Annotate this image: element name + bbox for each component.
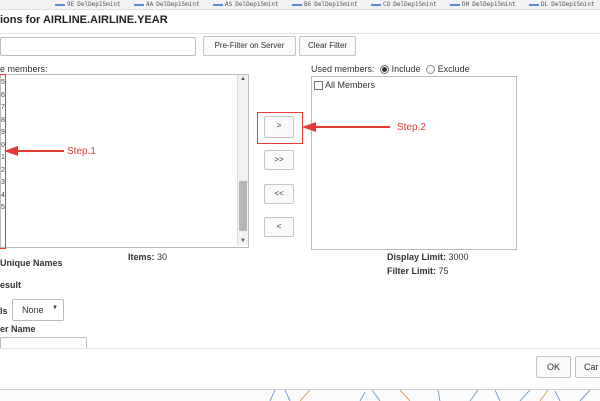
add-selected-button[interactable]: > <box>264 116 294 138</box>
legend-item: CO DelDep15mint <box>371 0 437 9</box>
add-all-button[interactable]: >> <box>264 150 294 170</box>
step2-arrow-icon <box>302 122 390 132</box>
legend-code: CO <box>383 1 391 8</box>
step2-label: Step.2 <box>397 122 426 133</box>
cancel-button[interactable]: Car <box>575 356 600 378</box>
exclude-label: Exclude <box>437 64 470 74</box>
chevron-down-icon: ▼ <box>52 305 58 311</box>
used-members-label: Used members: <box>311 64 375 74</box>
used-members-list[interactable]: All Members <box>311 76 517 250</box>
legend-suffix: DelDep15mint <box>393 1 437 8</box>
step1-highlight-frame <box>0 74 6 249</box>
scroll-up-arrow-icon[interactable]: ▲ <box>240 76 246 82</box>
legend-item: DL DelDep15mint <box>529 0 595 9</box>
legend-item: AS DelDep15mint <box>213 0 279 9</box>
remove-all-button[interactable]: << <box>264 184 294 204</box>
legend-code: 9E <box>67 1 75 8</box>
include-radio[interactable] <box>380 65 390 75</box>
legend-suffix: DelDep15mint <box>77 1 121 8</box>
legend-code: AA <box>146 1 154 8</box>
legend-code: DL <box>541 1 549 8</box>
legend-item: AA DelDep15mint <box>134 0 200 9</box>
display-limit-label: Display Limit: <box>387 252 447 262</box>
background-plot-lines <box>0 389 600 401</box>
filter-limit: Filter Limit: 75 <box>387 266 449 276</box>
legend-suffix: DelDep15mint <box>472 1 516 8</box>
all-members-checkbox[interactable] <box>314 81 323 91</box>
legend-swatch-icon <box>213 3 223 6</box>
all-members-label: All Members <box>325 80 376 90</box>
step1-arrow-icon <box>4 146 64 156</box>
clear-filter-button[interactable]: Clear Filter <box>299 36 356 56</box>
unique-names-label: Unique Names <box>0 258 63 268</box>
levels-select-value: None <box>22 305 44 315</box>
legend-code: AS <box>225 1 233 8</box>
legend-item: DH DelDep15mint <box>450 0 516 9</box>
display-limit-value: 3000 <box>448 252 469 262</box>
levels-label: ls <box>0 306 8 316</box>
member-search-input[interactable] <box>0 37 196 56</box>
items-count: Items: 30 <box>128 252 167 262</box>
legend-suffix: DelDep15mint <box>551 1 595 8</box>
legend-swatch-icon <box>55 3 65 6</box>
available-members-list[interactable]: 56789012345 ▲ ▼ <box>0 74 249 248</box>
legend-swatch-icon <box>450 3 460 6</box>
legend-swatch-icon <box>292 3 302 6</box>
items-value: 30 <box>157 252 168 262</box>
member-name-label: er Name <box>0 324 36 334</box>
legend-suffix: DelDep15mint <box>314 1 358 8</box>
legend-suffix: DelDep15mint <box>156 1 200 8</box>
available-members-label: e members: <box>0 64 48 74</box>
legend-code: B6 <box>304 1 312 8</box>
legend-suffix: DelDep15mint <box>235 1 279 8</box>
legend-item: B6 DelDep15mint <box>292 0 358 9</box>
filter-limit-value: 75 <box>438 266 449 276</box>
step1-label: Step.1 <box>67 146 96 157</box>
dialog-footer <box>0 348 600 389</box>
filter-limit-label: Filter Limit: <box>387 266 436 276</box>
all-members-row[interactable]: All Members <box>314 80 376 91</box>
scrollbar-thumb[interactable] <box>239 181 247 231</box>
display-limit: Display Limit: 3000 <box>387 252 469 262</box>
legend-code: DH <box>462 1 470 8</box>
include-label: Include <box>391 64 421 74</box>
items-label: Items: <box>128 252 155 262</box>
exclude-radio[interactable] <box>426 65 436 75</box>
prefilter-on-server-button[interactable]: Pre-Filter on Server <box>203 36 296 56</box>
scroll-down-arrow-icon[interactable]: ▼ <box>240 238 246 244</box>
available-members-scrollbar[interactable]: ▲ ▼ <box>237 75 248 245</box>
dialog-title: ions for AIRLINE.AIRLINE.YEAR <box>0 14 168 26</box>
result-label: esult <box>0 280 22 290</box>
legend-item: 9E DelDep15mint <box>55 0 121 9</box>
used-members-header: Used members: Include Exclude <box>311 64 470 75</box>
include-radio-dot <box>382 67 388 73</box>
legend-swatch-icon <box>371 3 381 6</box>
legend-swatch-icon <box>134 3 144 6</box>
ok-button[interactable]: OK <box>536 356 571 378</box>
levels-select[interactable]: None ▼ <box>12 299 64 321</box>
remove-selected-button[interactable]: < <box>264 217 294 237</box>
legend-swatch-icon <box>529 3 539 6</box>
